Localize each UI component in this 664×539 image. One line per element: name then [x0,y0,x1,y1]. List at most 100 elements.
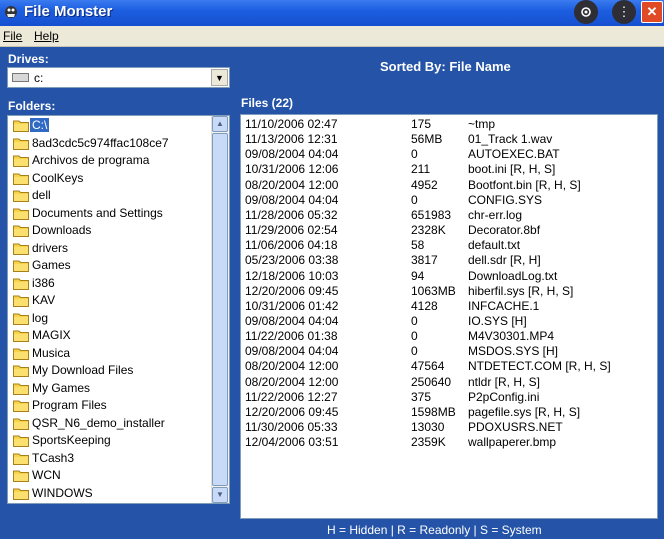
folder-icon [13,452,29,465]
file-date: 12/20/2006 09:45 [245,404,339,419]
file-date: 11/10/2006 02:47 [245,117,338,131]
folder-item[interactable]: drivers [13,240,213,257]
menu-file[interactable]: File [3,29,22,43]
folder-icon [13,347,29,360]
menu-help[interactable]: Help [34,29,59,43]
file-list[interactable]: 11/10/2006 02:47 175 ~tmp 11/13/2006 12:31 5… [240,114,658,519]
folder-item[interactable]: SportsKeeping [13,432,213,449]
file-size: 0 [411,329,418,344]
window-title: File Monster [24,3,113,20]
folder-item[interactable]: dell [13,187,213,204]
file-name: Bootfont.bin [R, H, S] [468,177,581,192]
hard-drive-icon [12,73,29,82]
folder-name: 8ad3cdc5c974ffac108ce7 [32,135,169,150]
folder-scrollbar[interactable]: ▲ ▼ [211,116,229,503]
file-size: 175 [411,117,432,131]
folder-item[interactable]: My Games [13,380,213,397]
file-size: 0 [411,313,418,328]
drive-select[interactable]: c: ▼ [7,67,230,88]
scroll-up-icon[interactable]: ▲ [212,116,228,132]
attribute-legend: H = Hidden | R = Readonly | S = System [327,523,542,537]
folder-icon [13,469,29,482]
file-name: ~tmp [468,117,496,131]
folder-item[interactable]: log [13,310,213,327]
folder-icon [13,119,29,132]
file-date: 11/06/2006 04:18 [245,238,338,253]
folder-item[interactable]: QSR_N6_demo_installer [13,415,213,432]
file-size: 250640 [411,374,452,389]
file-name: NTDETECT.COM [R, H, S] [468,359,611,374]
folder-name: Games [32,258,71,272]
file-name: PDOXUSRS.NET [468,420,563,434]
folder-item[interactable]: My Download Files [13,362,213,379]
folder-icon [13,487,29,500]
folder-name: C:\ [30,118,50,132]
app-window: File Monster ⋮ ✕ File Help Drives: Sorte… [0,0,664,539]
folder-item[interactable]: Program Files [13,397,213,414]
file-date: 08/20/2004 12:00 [245,359,339,374]
title-bar[interactable]: File Monster ⋮ ✕ [0,0,664,26]
folder-item[interactable]: WINDOWS [13,485,213,502]
screenshot-overlay-icon[interactable] [574,0,598,24]
sorted-by-label: Sorted By: File Name [380,59,511,74]
folder-name: CoolKeys [32,170,84,185]
file-name: hiberfil.sys [R, H, S] [468,283,574,298]
folder-item[interactable]: C:\ [13,117,213,134]
folder-item[interactable]: Archivos de programa [13,152,213,169]
folder-icon [13,172,29,185]
file-size: 0 [411,147,418,162]
chevron-down-icon[interactable]: ▼ [211,69,228,86]
file-name: P2pConfig.ini [468,389,540,404]
folder-item[interactable]: MAGIX [13,327,213,344]
folder-item[interactable]: TCash3 [13,450,213,467]
folder-icon [13,312,29,325]
file-date: 09/08/2004 04:04 [245,313,339,328]
more-options-icon[interactable]: ⋮ [612,0,636,24]
folder-item[interactable]: WCN [13,467,213,484]
file-date: 09/08/2004 04:04 [245,344,339,359]
folder-list[interactable]: WINDOWS WCN TCash3 SportsKeeping QSR_N6_demo… [7,115,230,504]
file-date: 11/28/2006 05:32 [245,207,338,222]
file-size: 375 [411,389,432,404]
file-name: AUTOEXEC.BAT [468,147,560,162]
folder-name: dell [32,188,51,202]
folder-item[interactable]: Downloads [13,222,213,239]
file-name: boot.ini [R, H, S] [468,162,556,177]
file-size: 56MB [411,132,443,147]
drives-label: Drives: [8,52,49,66]
scroll-thumb[interactable] [212,133,228,486]
folder-item[interactable]: KAV [13,292,213,309]
file-size: 0 [411,192,418,207]
files-label: Files (22) [241,96,294,110]
folder-item[interactable]: Games [13,257,213,274]
folder-icon [13,189,29,202]
file-name: ntldr [R, H, S] [468,374,541,389]
folder-name: Program Files [32,398,107,412]
folder-item[interactable]: CoolKeys [13,170,213,187]
scroll-down-icon[interactable]: ▼ [212,487,228,503]
app-icon [5,6,17,18]
folder-name: KAV [32,293,56,307]
folder-icon [13,207,29,220]
file-name: 01_Track 1.wav [468,132,553,147]
file-size: 58 [411,238,425,253]
folder-item[interactable]: Documents and Settings [13,205,213,222]
folder-icon [13,277,29,290]
file-date: 08/20/2004 12:00 [245,374,339,389]
close-button[interactable]: ✕ [641,1,663,23]
folder-icon [13,417,29,430]
folder-icon [13,224,29,237]
folder-icon [13,259,29,272]
folder-item[interactable]: 8ad3cdc5c974ffac108ce7 [13,135,213,152]
folder-name: i386 [32,275,55,290]
folder-item[interactable]: i386 [13,275,213,292]
file-date: 09/08/2004 04:04 [245,147,339,162]
folder-icon [13,137,29,150]
folder-item[interactable]: Musica [13,345,213,362]
folder-icon [13,154,29,167]
folders-label: Folders: [8,99,56,113]
folder-icon [13,364,29,377]
folder-icon [13,329,29,342]
file-name: pagefile.sys [R, H, S] [468,404,581,419]
file-date: 11/22/2006 01:38 [245,329,338,344]
